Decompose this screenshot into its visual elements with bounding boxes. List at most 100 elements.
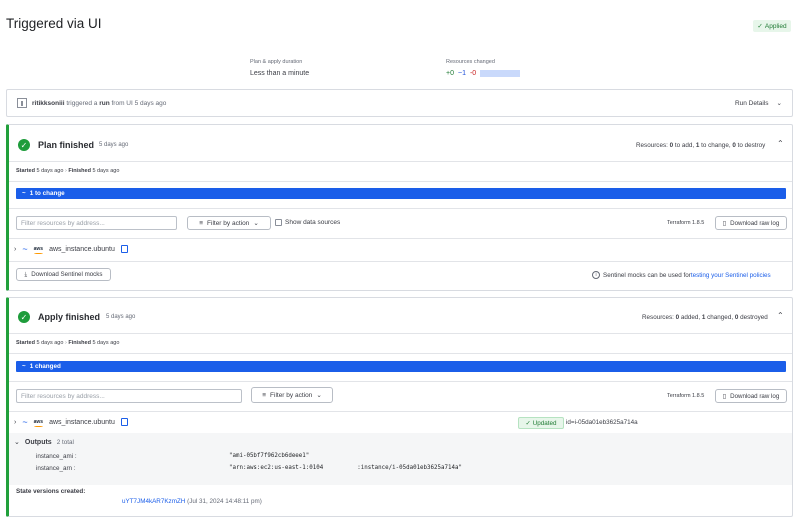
plan-filter-placeholder: Filter resources by address... bbox=[21, 219, 105, 227]
apply-change-text: changed, bbox=[705, 314, 735, 321]
avatar bbox=[17, 98, 27, 108]
plan-filter-action-button[interactable]: ≡ Filter by action ⌄ bbox=[187, 216, 271, 230]
apply-ago: 5 days ago bbox=[106, 314, 136, 320]
apply-change-bar-label: 1 changed bbox=[29, 363, 61, 370]
plan-ago: 5 days ago bbox=[99, 142, 129, 148]
filter-icon: ≡ bbox=[262, 391, 267, 399]
plan-download-raw-log-button[interactable]: ▯ Download raw log bbox=[715, 216, 787, 230]
sentinel-button-label: Download Sentinel mocks bbox=[31, 271, 103, 278]
chevron-up-icon[interactable]: ⌃ bbox=[777, 311, 784, 320]
apply-filter-input[interactable]: Filter resources by address... bbox=[16, 389, 242, 403]
run-details-label: Run Details bbox=[734, 99, 769, 107]
output-key: instance_ami : bbox=[36, 453, 77, 460]
output-value: "ami-05bf7f962cb6deee1" bbox=[229, 453, 310, 459]
outputs-toggle[interactable]: ⌄ Outputs 2 total bbox=[14, 438, 74, 447]
plan-section: ✓ Plan finished 5 days ago Resources: 0 … bbox=[6, 124, 793, 291]
document-icon: ▯ bbox=[722, 219, 727, 227]
state-version-time: (Jul 31, 2024 14:48:11 pm) bbox=[185, 498, 262, 505]
state-version-link[interactable]: uYT7JM4kAR7KzmZH bbox=[122, 498, 185, 505]
state-versions-label: State versions created: bbox=[16, 488, 86, 495]
trigger-text: ritikksoniii triggered a run from UI 5 d… bbox=[32, 100, 166, 107]
apply-started-value: 5 days ago bbox=[36, 340, 64, 346]
divider bbox=[9, 238, 792, 239]
resource-id: id=i-05da01eb3625a714a bbox=[566, 419, 638, 426]
apply-download-raw-log-button[interactable]: ▯ Download raw log bbox=[715, 389, 787, 403]
output-value-suffix: :instance/i-05da01eb3625a714a" bbox=[357, 465, 462, 471]
tilde-icon: ~ bbox=[22, 417, 28, 427]
tilde-icon: ~ bbox=[22, 363, 26, 370]
chevron-up-icon[interactable]: ⌃ bbox=[777, 139, 784, 148]
redacted-block bbox=[480, 70, 521, 77]
plan-resource-row[interactable]: › ~ aws aws_instance.ubuntu bbox=[14, 244, 128, 254]
run-details-button[interactable]: Run Details ⌄ bbox=[734, 99, 782, 108]
apply-filter-action-button[interactable]: ≡ Filter by action ⌄ bbox=[251, 387, 333, 403]
plan-change-bar-label: 1 to change bbox=[29, 190, 65, 197]
show-data-sources-checkbox[interactable]: Show data sources bbox=[275, 219, 340, 226]
plan-started-value: 5 days ago bbox=[36, 168, 64, 174]
copy-icon[interactable] bbox=[120, 245, 128, 253]
resources-changed-label: Resources changed bbox=[446, 59, 495, 65]
chevron-right-icon: › bbox=[64, 340, 67, 346]
info-icon: i bbox=[592, 271, 600, 279]
apply-finished-label: Finished bbox=[68, 340, 91, 346]
apply-section: ✓ Apply finished 5 days ago Resources: 0… bbox=[6, 297, 793, 517]
checkbox-icon bbox=[275, 219, 282, 226]
resources-add-count: +0 bbox=[446, 70, 454, 77]
updated-badge: ✓ Updated bbox=[518, 417, 564, 429]
check-circle-icon: ✓ bbox=[18, 139, 30, 151]
divider bbox=[9, 333, 792, 334]
status-badge-label: Applied bbox=[764, 22, 787, 30]
plan-filter-action-label: Filter by action bbox=[207, 219, 250, 227]
apply-finished-value: 5 days ago bbox=[92, 340, 120, 346]
apply-resources-text: Resources: 0 added, 1 changed, 0 destroy… bbox=[642, 314, 768, 321]
output-value-prefix: "arn:aws:ec2:us-east-1:0104 bbox=[229, 465, 324, 471]
plan-finished-value: 5 days ago bbox=[92, 168, 120, 174]
divider bbox=[9, 261, 792, 262]
aws-logo-icon: aws bbox=[33, 246, 44, 254]
chevron-down-icon: ⌄ bbox=[14, 439, 20, 446]
apply-started-label: Started bbox=[16, 340, 35, 346]
redacted-block bbox=[323, 465, 358, 472]
check-circle-icon: ✓ bbox=[18, 311, 30, 323]
updated-badge-label: Updated bbox=[532, 419, 557, 427]
trigger-card: ritikksoniii triggered a run from UI 5 d… bbox=[6, 89, 793, 117]
outputs-count: 2 total bbox=[56, 438, 74, 446]
aws-logo-icon: aws bbox=[33, 419, 44, 427]
output-value: "arn:aws:ec2:us-east-1:0104 :instance/i-… bbox=[229, 465, 462, 472]
plan-add-text: to add, bbox=[673, 142, 696, 149]
trigger-run-link[interactable]: run bbox=[99, 100, 109, 107]
plan-change-bar[interactable]: ~ 1 to change bbox=[16, 188, 786, 199]
apply-destroy-text: destroyed bbox=[738, 314, 768, 321]
chevron-right-icon: › bbox=[14, 245, 17, 253]
resources-destroy-count: -0 bbox=[469, 70, 477, 77]
apply-resources-prefix: Resources: bbox=[642, 314, 676, 321]
plan-title: Plan finished bbox=[38, 140, 95, 150]
apply-terraform-version: Terraform 1.8.5 bbox=[667, 393, 705, 399]
plan-resource-name: aws_instance.ubuntu bbox=[49, 245, 115, 253]
outputs-panel: ⌄ Outputs 2 total instance_ami : "ami-05… bbox=[9, 433, 792, 485]
apply-title: Apply finished bbox=[38, 312, 101, 322]
chevron-down-icon: ⌄ bbox=[316, 392, 322, 399]
state-version-item: uYT7JM4kAR7KzmZH (Jul 31, 2024 14:48:11 … bbox=[122, 498, 262, 505]
apply-resource-row[interactable]: › ~ aws aws_instance.ubuntu bbox=[14, 417, 128, 427]
plan-meta-row: Started 5 days ago › Finished 5 days ago bbox=[16, 168, 119, 174]
download-icon: ⤓ bbox=[24, 270, 28, 278]
resources-change-count: ~1 bbox=[457, 70, 466, 77]
copy-icon[interactable] bbox=[120, 418, 128, 426]
trigger-user[interactable]: ritikksoniii bbox=[32, 100, 65, 107]
download-sentinel-mocks-button[interactable]: ⤓ Download Sentinel mocks bbox=[16, 268, 111, 281]
duration-label: Plan & apply duration bbox=[250, 59, 303, 65]
duration-value: Less than a minute bbox=[250, 70, 310, 77]
sentinel-policies-link[interactable]: testing your Sentinel policies bbox=[691, 272, 771, 279]
divider bbox=[9, 353, 792, 354]
apply-resource-name: aws_instance.ubuntu bbox=[49, 418, 115, 426]
apply-change-bar[interactable]: ~ 1 changed bbox=[16, 361, 786, 372]
sentinel-note: i Sentinel mocks can be used for testing… bbox=[592, 271, 771, 279]
plan-filter-input[interactable]: Filter resources by address... bbox=[16, 216, 177, 230]
apply-add-text: added, bbox=[679, 314, 702, 321]
chevron-down-icon: ⌄ bbox=[253, 220, 259, 227]
plan-download-raw-log-label: Download raw log bbox=[730, 219, 780, 227]
plan-finished-label: Finished bbox=[68, 168, 91, 174]
page-title: Triggered via UI bbox=[6, 16, 102, 31]
output-key: instance_arn : bbox=[36, 465, 76, 472]
